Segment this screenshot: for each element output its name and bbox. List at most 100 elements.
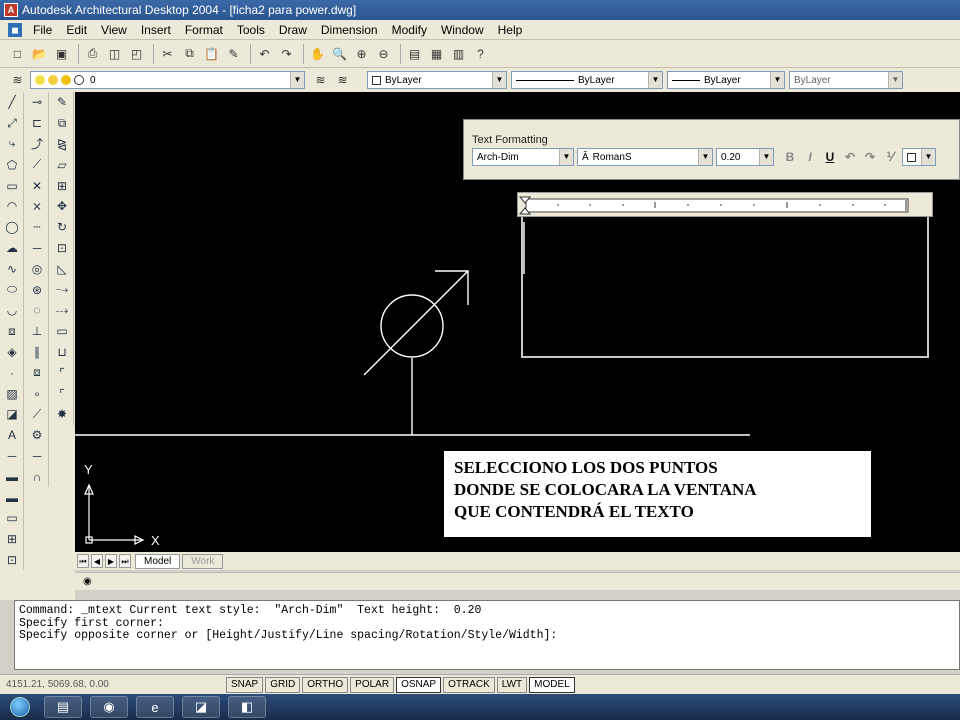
layer-dropdown[interactable]: 0 ▼ (30, 71, 305, 89)
door-tool-icon[interactable]: ▭ (0, 508, 24, 529)
next-tab-icon[interactable]: ▶ (105, 554, 117, 568)
publish-icon[interactable]: ◰ (127, 44, 146, 63)
text-height-dropdown[interactable]: 0.20 ▼ (716, 148, 774, 166)
node-snap-icon[interactable]: ∘ (25, 383, 49, 404)
undo-icon[interactable]: ↶ (840, 148, 860, 166)
design-center-icon[interactable]: ▦ (427, 44, 446, 63)
chevron-down-icon[interactable]: ▼ (888, 72, 902, 88)
copy-object-icon[interactable]: ⧉ (50, 113, 74, 134)
ellipse-center-icon[interactable]: ◌ (25, 300, 49, 321)
rectangle-icon[interactable]: ▭ (0, 175, 24, 196)
polygon-icon[interactable]: ⬠ (0, 154, 24, 175)
insert-snap-icon[interactable]: ⧈ (25, 362, 49, 383)
plot-preview-icon[interactable]: ◫ (105, 44, 124, 63)
ellipse-icon[interactable]: ⬭ (0, 279, 24, 300)
nearest-snap-icon[interactable]: ⟋ (25, 404, 49, 425)
tab-work[interactable]: Work (182, 553, 224, 569)
point-icon[interactable]: · (0, 362, 24, 383)
chamfer-icon[interactable]: ⤏ (50, 300, 74, 321)
revision-cloud-icon[interactable]: ☁ (0, 238, 24, 259)
menu-insert[interactable]: Insert (134, 23, 178, 37)
erase-icon[interactable]: ✕ (25, 175, 49, 196)
zoom-window-icon[interactable]: ⊕ (352, 44, 371, 63)
join-icon[interactable]: ⊔ (50, 342, 74, 363)
menu-view[interactable]: View (94, 23, 134, 37)
properties-icon[interactable]: ▤ (405, 44, 424, 63)
lwt-toggle[interactable]: LWT (496, 676, 528, 693)
plotstyle-dropdown[interactable]: ByLayer ▼ (789, 71, 903, 89)
start-button[interactable] (0, 694, 40, 720)
menu-file[interactable]: File (26, 23, 59, 37)
paste-icon[interactable]: 📋 (202, 44, 221, 63)
center-mark-icon[interactable]: ⊛ (25, 279, 49, 300)
fillet2-icon[interactable]: ⌜ (50, 383, 74, 404)
match-properties-icon[interactable]: ✎ (224, 44, 243, 63)
scale-icon[interactable]: ⊡ (50, 238, 74, 259)
dashed-line-icon[interactable]: ┄ (25, 217, 49, 238)
previous-tab-icon[interactable]: ◀ (91, 554, 103, 568)
polyline-icon[interactable]: ⤷ (0, 134, 24, 155)
linetype-dropdown[interactable]: ByLayer ▼ (511, 71, 663, 89)
zoom-previous-icon[interactable]: ⊖ (374, 44, 393, 63)
trim-icon[interactable]: ⟋ (25, 154, 49, 175)
save-icon[interactable]: ▣ (52, 44, 71, 63)
text-color-dropdown[interactable]: ▼ (902, 148, 936, 166)
make-block-icon[interactable]: ◈ (0, 342, 24, 363)
new-file-icon[interactable]: □ (8, 44, 27, 63)
layer-previous-icon[interactable]: ≋ (333, 71, 352, 90)
help-icon[interactable]: ? (471, 44, 490, 63)
stack-icon[interactable]: ⅟ (880, 148, 900, 166)
undo-icon[interactable]: ↶ (255, 44, 274, 63)
powerpoint-taskbar-icon[interactable]: ◧ (228, 696, 266, 718)
internet-explorer-taskbar-icon[interactable]: e (136, 696, 174, 718)
window-tool-icon[interactable]: ⊞ (0, 529, 24, 550)
mtext-ruler[interactable] (517, 192, 933, 217)
redo-icon[interactable]: ↷ (860, 148, 880, 166)
horizontal-scrollbar[interactable]: ◉ (75, 572, 960, 590)
italic-button[interactable]: I (800, 148, 820, 166)
first-tab-icon[interactable]: ⏮ (77, 554, 89, 568)
otrack-toggle[interactable]: OTRACK (443, 676, 495, 693)
document-icon[interactable]: ◼ (8, 22, 22, 37)
model-toggle[interactable]: MODEL (529, 676, 575, 693)
chevron-down-icon[interactable]: ▼ (290, 72, 304, 88)
osnap-toggle[interactable]: OSNAP (396, 676, 442, 693)
cut-icon[interactable]: ✂ (158, 44, 177, 63)
chevron-down-icon[interactable]: ▼ (698, 149, 712, 165)
redo-icon[interactable]: ↷ (277, 44, 296, 63)
autocad-taskbar-icon[interactable]: ◪ (182, 696, 220, 718)
menu-dimension[interactable]: Dimension (314, 23, 385, 37)
wall-tool-icon[interactable]: ▬ (0, 487, 24, 508)
explode-tool-icon[interactable]: ✸ (50, 404, 74, 425)
stair-tool-icon[interactable]: ⊡ (0, 550, 24, 571)
arc-icon[interactable]: ◠ (0, 196, 24, 217)
mirror-icon[interactable]: ⧎ (50, 134, 74, 155)
insert-block-icon[interactable]: ⧈ (0, 321, 24, 342)
menu-edit[interactable]: Edit (59, 23, 94, 37)
color-dropdown[interactable]: ByLayer ▼ (367, 71, 507, 89)
extend-icon[interactable]: ⤴ (25, 134, 49, 155)
chevron-down-icon[interactable]: ▼ (770, 72, 784, 88)
lineweight-dropdown[interactable]: ByLayer ▼ (667, 71, 785, 89)
pencil-icon[interactable]: ✎ (50, 92, 74, 113)
lengthen-icon[interactable]: ⤍ (50, 279, 74, 300)
menu-help[interactable]: Help (491, 23, 530, 37)
spline-icon[interactable]: ∿ (0, 258, 24, 279)
media-player-taskbar-icon[interactable]: ◉ (90, 696, 128, 718)
line-icon[interactable]: ╱ (0, 92, 24, 113)
tab-model[interactable]: Model (135, 553, 181, 569)
chevron-down-icon[interactable]: ▼ (559, 149, 573, 165)
zoom-realtime-icon[interactable]: 🔍 (330, 44, 349, 63)
bold-button[interactable]: B (780, 148, 800, 166)
polar-toggle[interactable]: POLAR (350, 676, 395, 693)
ortho-snap-icon[interactable]: ⊥ (25, 321, 49, 342)
tool-palettes-icon[interactable]: ▥ (449, 44, 468, 63)
grid-toggle[interactable]: GRID (265, 676, 301, 693)
stretch-icon[interactable]: ◺ (50, 258, 74, 279)
menu-draw[interactable]: Draw (272, 23, 314, 37)
menu-tools[interactable]: Tools (230, 23, 272, 37)
rotate-icon[interactable]: ↻ (50, 217, 74, 238)
make-current-icon[interactable]: ≋ (311, 71, 330, 90)
multiline-text-icon[interactable]: A (0, 425, 24, 446)
print-icon[interactable]: ⎙ (83, 44, 102, 63)
